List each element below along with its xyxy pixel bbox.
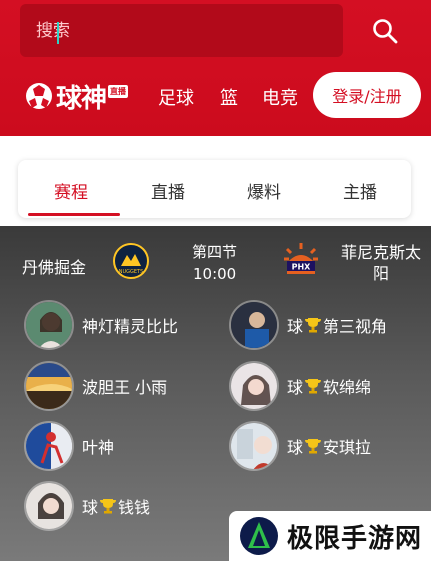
match-clock: 10:00 [193, 265, 237, 283]
avatar [229, 421, 279, 471]
trophy-icon [305, 379, 322, 394]
search-icon [373, 19, 398, 44]
anchor-item[interactable]: 神灯精灵比比 [24, 300, 178, 350]
avatar [229, 361, 279, 411]
nav-football[interactable]: 足球 [158, 84, 194, 110]
nav-esports[interactable]: 电竞 [262, 84, 298, 110]
football-logo-icon [26, 83, 52, 109]
anchor-item[interactable]: 球 安琪拉 [229, 421, 371, 471]
nuggets-logo-text: NUGGETS [119, 269, 144, 275]
avatar [24, 421, 74, 471]
nav-basketball[interactable]: 篮 [220, 84, 238, 110]
avatar [24, 300, 74, 350]
anchor-item[interactable]: 球 软绵绵 [229, 361, 371, 411]
search-input[interactable] [36, 18, 326, 44]
brand-logo[interactable]: 球神 直播 [24, 77, 129, 115]
anchor-item[interactable]: 球 钱钱 [24, 481, 150, 531]
tab-live[interactable]: 直播 [151, 178, 185, 203]
anchor-name: 波胆王 小雨 [82, 378, 168, 397]
brand-name: 球神 [56, 83, 107, 114]
anchor-prefix: 球 [82, 498, 99, 517]
anchor-name: 钱钱 [118, 498, 151, 517]
suns-logo-text: PHX [292, 263, 312, 272]
anchor-name: 软绵绵 [323, 378, 372, 397]
tab-bar: 赛程 直播 爆料 主播 [18, 160, 411, 218]
app-page: 球神 直播 足球 篮 电竞 登录/注册 赛程 直播 爆料 主播 丹佛掘金 NUG… [0, 0, 431, 561]
anchor-item[interactable]: 球 第三视角 [229, 300, 387, 350]
watermark-text: 极限手游网 [287, 523, 423, 554]
anchor-name: 第三视角 [323, 317, 388, 336]
anchor-item[interactable]: 叶神 [24, 421, 114, 471]
tab-schedule[interactable]: 赛程 [54, 178, 88, 203]
trophy-icon [305, 439, 322, 454]
suns-logo-icon: PHX [284, 243, 318, 274]
trophy-icon [305, 318, 322, 333]
watermark: 极限手游网 [229, 511, 431, 561]
home-team-name: 丹佛掘金 [22, 258, 87, 277]
anchor-prefix: 球 [287, 378, 304, 397]
anchor-name: 神灯精灵比比 [82, 317, 179, 336]
anchor-item[interactable]: 波胆王 小雨 [24, 361, 167, 411]
active-tab-indicator [28, 213, 120, 216]
avatar [24, 481, 74, 531]
anchor-prefix: 球 [287, 317, 304, 336]
anchor-prefix: 球 [287, 438, 304, 457]
search-box[interactable] [20, 4, 343, 57]
match-period: 第四节 [192, 243, 238, 261]
away-team-name: 菲尼克斯太阳 [340, 243, 421, 283]
trophy-icon [100, 499, 117, 514]
header: 球神 直播 足球 篮 电竞 登录/注册 [0, 0, 431, 136]
avatar [229, 300, 279, 350]
text-caret [57, 22, 59, 44]
tab-news[interactable]: 爆料 [247, 178, 281, 203]
watermark-logo-icon [240, 517, 278, 555]
anchor-name: 安琪拉 [323, 438, 372, 457]
nuggets-logo-icon: NUGGETS [113, 243, 149, 279]
login-register-button[interactable]: 登录/注册 [313, 72, 421, 118]
brand-badge: 直播 [108, 84, 129, 98]
search-button[interactable] [364, 10, 406, 52]
tab-anchors[interactable]: 主播 [343, 178, 377, 203]
anchor-name: 叶神 [82, 438, 115, 457]
avatar [24, 361, 74, 411]
